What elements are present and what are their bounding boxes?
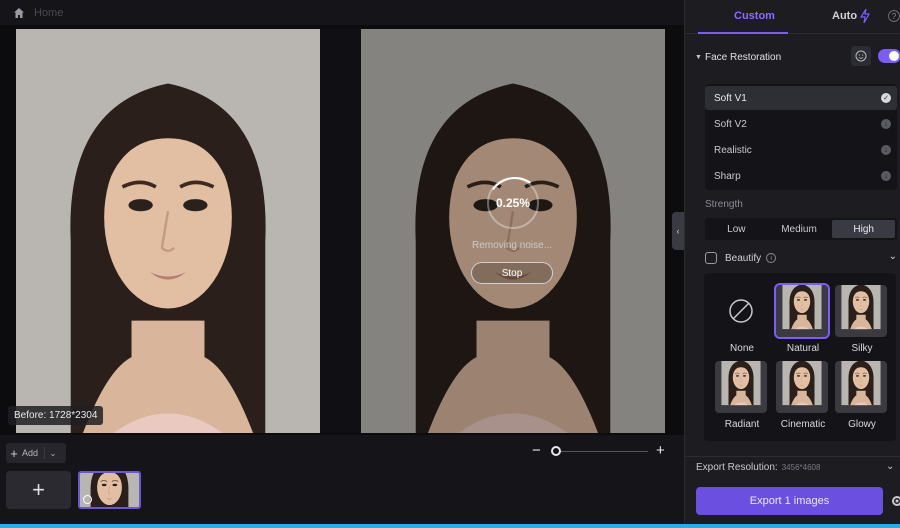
style-name: Natural: [786, 343, 820, 354]
before-image: [16, 29, 320, 433]
add-button[interactable]: + Add ⌄: [6, 443, 66, 463]
face-restoration-toggle[interactable]: [878, 49, 900, 63]
style-preview-image: [774, 283, 830, 339]
style-name: Silky: [851, 343, 873, 354]
chevron-down-icon[interactable]: ⌄: [889, 251, 897, 262]
plus-icon: +: [10, 445, 18, 461]
stop-button[interactable]: Stop: [471, 262, 553, 284]
zoom-track[interactable]: [556, 451, 648, 452]
restoration-mode-list: Soft V1 ✓ Soft V2 ↓ Realistic ↓ Sharp ↓: [705, 84, 897, 190]
beautify-label: Beautify: [725, 252, 762, 264]
gear-icon[interactable]: [890, 494, 900, 508]
tab-auto[interactable]: Auto: [832, 10, 857, 22]
image-thumbnail[interactable]: [78, 471, 141, 509]
style-preview-image: [835, 285, 887, 337]
lightning-icon: [860, 9, 870, 23]
top-bar: Home: [0, 0, 684, 25]
settings-panel: Custom Auto ? ▼ Face Restoration Soft V1…: [684, 0, 900, 524]
home-icon[interactable]: [13, 7, 25, 19]
style-silky[interactable]: Silky: [835, 285, 889, 354]
chevron-down-icon[interactable]: ⌄: [45, 449, 61, 458]
double-chevron-down-icon[interactable]: ⌄: [886, 461, 894, 472]
style-preview-image: [835, 361, 887, 413]
style-preview-image: [776, 361, 828, 413]
download-icon[interactable]: ↓: [881, 145, 891, 155]
mode-label: Soft V1: [714, 92, 747, 104]
beautify-style-grid: None Natural Silky Radiant Cinematic Glo…: [704, 273, 896, 441]
add-label: Add: [22, 448, 39, 458]
style-preview-image: [715, 361, 767, 413]
style-name: Radiant: [724, 419, 760, 430]
caret-down-icon: ▼: [695, 53, 702, 61]
style-name: Glowy: [848, 419, 876, 430]
none-icon: [715, 285, 767, 337]
info-icon[interactable]: i: [766, 253, 777, 263]
style-glowy[interactable]: Glowy: [835, 361, 889, 430]
style-name: Cinematic: [780, 419, 826, 430]
strength-label: Strength: [705, 199, 743, 210]
mode-sharp[interactable]: Sharp ↓: [705, 164, 897, 188]
beautify-icon: [705, 252, 717, 264]
style-natural[interactable]: Natural: [774, 283, 830, 354]
style-radiant[interactable]: Radiant: [715, 361, 769, 430]
plus-icon: +: [32, 477, 45, 502]
export-resolution-value: 3456*4608: [781, 463, 821, 472]
download-icon[interactable]: ↓: [881, 119, 891, 129]
processing-status: Removing noise...: [471, 240, 553, 251]
chevron-left-icon: ‹: [676, 226, 680, 236]
preview-area: Before: 1728*2304: [0, 25, 684, 435]
beautify-header[interactable]: Beautify i ⌄: [705, 249, 900, 267]
zoom-in-button[interactable]: +: [656, 443, 665, 459]
divider: [684, 456, 900, 457]
bottom-bar: + Add ⌄ − + +: [0, 435, 684, 524]
progress-indicator: 0.25%: [487, 177, 539, 229]
export-button[interactable]: Export 1 images: [696, 487, 883, 515]
strength-low[interactable]: Low: [705, 218, 768, 240]
strength-high[interactable]: High: [832, 220, 896, 238]
mode-label: Sharp: [714, 170, 741, 182]
style-none[interactable]: None: [715, 285, 769, 354]
active-tab-indicator: [698, 32, 788, 34]
before-size-badge: Before: 1728*2304: [8, 406, 104, 425]
strength-medium[interactable]: Medium: [768, 218, 831, 240]
progress-percent: 0.25%: [495, 196, 531, 210]
mode-tabs: Custom Auto ?: [685, 0, 900, 34]
status-strip: [0, 524, 900, 528]
export-resolution[interactable]: Export Resolution: 3456*4608: [696, 462, 820, 473]
style-cinematic[interactable]: Cinematic: [776, 361, 830, 430]
export-resolution-label: Export Resolution:: [696, 462, 778, 473]
mode-soft-v2[interactable]: Soft V2 ↓: [705, 112, 897, 136]
mode-label: Realistic: [714, 144, 752, 156]
face-detect-button[interactable]: [851, 46, 871, 66]
breadcrumb-home[interactable]: Home: [34, 7, 63, 19]
zoom-slider-handle[interactable]: [551, 446, 561, 456]
check-icon: ✓: [881, 93, 891, 103]
compare-divider[interactable]: [320, 29, 361, 433]
zoom-out-button[interactable]: −: [532, 443, 541, 459]
mode-label: Soft V2: [714, 118, 747, 130]
face-restoration-label: Face Restoration: [705, 51, 782, 63]
style-name: None: [730, 343, 754, 354]
clock-icon: [83, 495, 92, 504]
add-image-button[interactable]: +: [6, 471, 71, 509]
download-icon[interactable]: ↓: [881, 171, 891, 181]
strength-selector: Low Medium High: [705, 218, 897, 240]
mode-realistic[interactable]: Realistic ↓: [705, 138, 897, 162]
zoom-control: − +: [530, 443, 670, 459]
mode-soft-v1[interactable]: Soft V1 ✓: [705, 86, 897, 110]
help-icon[interactable]: ?: [888, 10, 900, 22]
face-icon: [855, 50, 867, 62]
collapse-panel-button[interactable]: ‹: [672, 212, 684, 250]
tab-custom[interactable]: Custom: [734, 10, 775, 22]
